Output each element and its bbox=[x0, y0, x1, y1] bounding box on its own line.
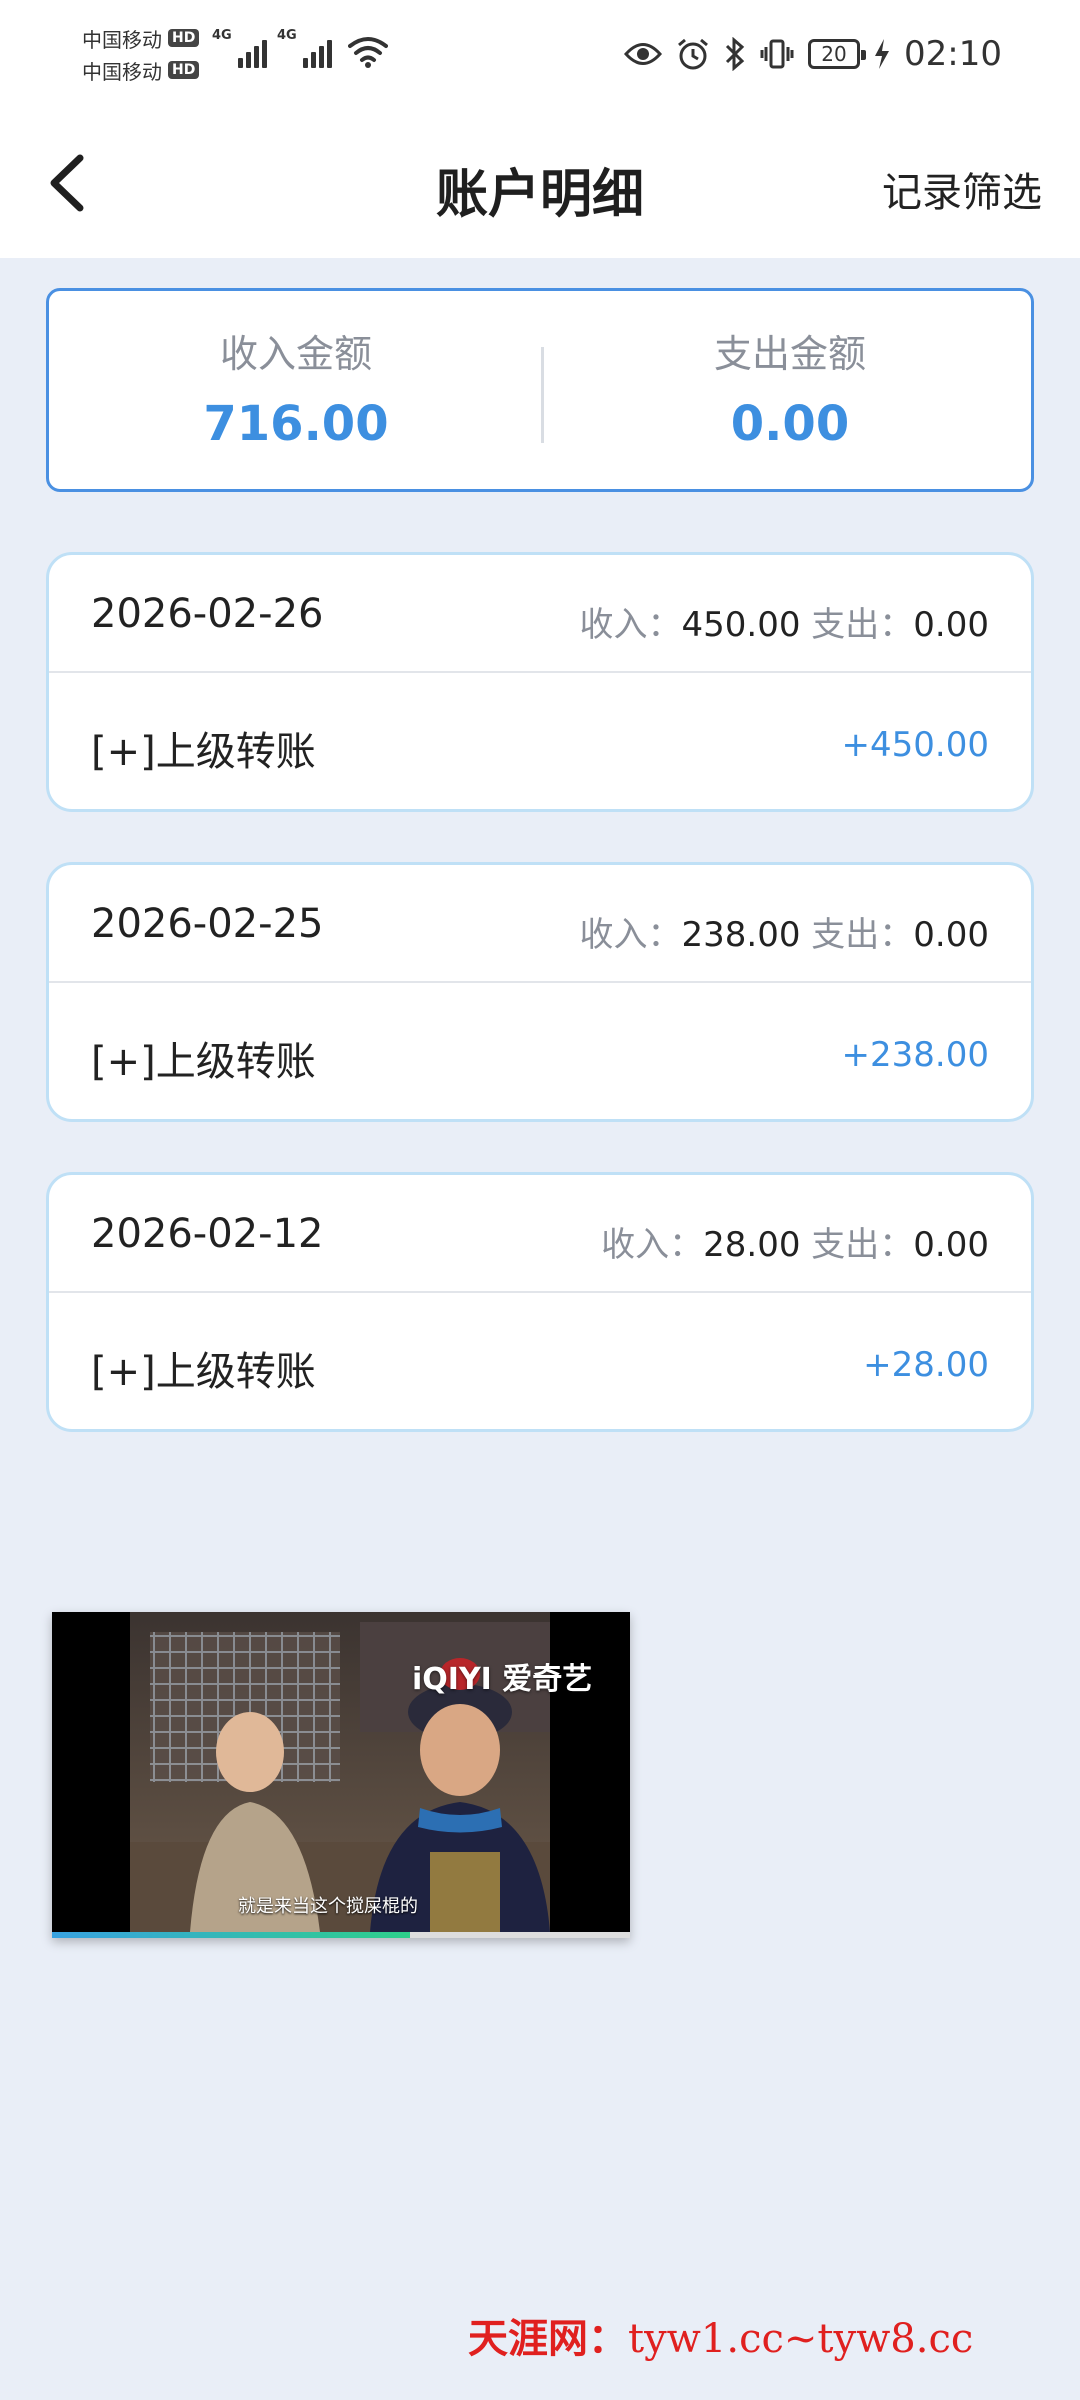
record-totals: 收入：238.00 支出：0.00 bbox=[580, 907, 989, 956]
record-item-amount: +28.00 bbox=[863, 1345, 989, 1385]
record-date: 2026-02-26 bbox=[91, 591, 324, 637]
eye-icon bbox=[624, 43, 663, 65]
record-totals: 收入：28.00 支出：0.00 bbox=[601, 1217, 989, 1266]
record-item[interactable]: [+]上级转账 +450.00 bbox=[49, 675, 1031, 809]
watermark-domains: tyw1.cc~tyw8.cc bbox=[628, 2316, 974, 2362]
hd-badge-2: HD bbox=[168, 61, 200, 79]
expense-label: 支出金额 bbox=[713, 332, 866, 376]
expense-label: 支出： bbox=[811, 1225, 914, 1265]
income-label: 收入： bbox=[579, 605, 682, 645]
video-progress-fill bbox=[52, 1932, 411, 1938]
wifi-icon bbox=[348, 37, 388, 68]
summary-card: 收入金额 716.00 支出金额 0.00 bbox=[46, 288, 1034, 492]
bluetooth-icon bbox=[725, 37, 745, 71]
record-item[interactable]: [+]上级转账 +28.00 bbox=[49, 1295, 1031, 1429]
page-header: 账户明细 记录筛选 bbox=[0, 110, 1080, 258]
record-card[interactable]: 2026-02-26 收入：450.00 支出：0.00 [+]上级转账 +45… bbox=[46, 552, 1034, 812]
signal-group: 4G 4G bbox=[212, 28, 388, 68]
filter-records-button[interactable]: 记录筛选 bbox=[882, 160, 1042, 218]
record-header: 2026-02-25 收入：238.00 支出：0.00 bbox=[49, 865, 1031, 983]
battery-icon: 20 bbox=[808, 39, 867, 69]
record-date: 2026-02-25 bbox=[91, 901, 324, 947]
video-subtitle: 就是来当这个搅屎棍的 bbox=[238, 1896, 418, 1917]
carrier-name-2: 中国移动 bbox=[82, 59, 162, 84]
watermark: 天涯网：tyw1.cc~tyw8.cc bbox=[468, 2306, 973, 2364]
carrier-info: 中国移动 HD 中国移动 HD bbox=[82, 22, 200, 86]
record-card[interactable]: 2026-02-12 收入：28.00 支出：0.00 [+]上级转账 +28.… bbox=[46, 1172, 1034, 1432]
iqiyi-logo: iQIYI 爱奇艺 bbox=[412, 1662, 593, 1697]
record-item-desc: [+]上级转账 bbox=[91, 729, 316, 775]
income-label: 收入金额 bbox=[219, 332, 372, 376]
record-income: 450.00 bbox=[681, 605, 801, 645]
record-expense: 0.00 bbox=[913, 1225, 989, 1265]
record-item-amount: +450.00 bbox=[841, 725, 989, 765]
expense-summary: 支出金额 0.00 bbox=[543, 291, 1037, 495]
expense-label: 支出： bbox=[811, 915, 914, 955]
status-icons: 20 02:10 bbox=[624, 32, 1002, 76]
network-type-1: 4G bbox=[212, 28, 232, 43]
record-totals: 收入：450.00 支出：0.00 bbox=[580, 597, 989, 646]
carrier-name-1: 中国移动 bbox=[82, 27, 162, 52]
network-type-2: 4G bbox=[277, 28, 297, 43]
record-header: 2026-02-26 收入：450.00 支出：0.00 bbox=[49, 555, 1031, 673]
hd-badge-1: HD bbox=[168, 29, 200, 47]
income-label: 收入： bbox=[601, 1225, 704, 1265]
income-total: 716.00 bbox=[203, 396, 389, 452]
income-summary: 收入金额 716.00 bbox=[49, 291, 543, 495]
record-expense: 0.00 bbox=[913, 605, 989, 645]
record-card[interactable]: 2026-02-25 收入：238.00 支出：0.00 [+]上级转账 +23… bbox=[46, 862, 1034, 1122]
record-expense: 0.00 bbox=[913, 915, 989, 955]
status-time: 02:10 bbox=[904, 34, 1002, 74]
expense-label: 支出： bbox=[811, 605, 914, 645]
record-date: 2026-02-12 bbox=[91, 1211, 324, 1257]
record-income: 28.00 bbox=[703, 1225, 801, 1265]
alarm-icon bbox=[678, 38, 708, 70]
floating-video-player[interactable]: iQIYI 爱奇艺 就是来当这个搅屎棍的 bbox=[52, 1612, 630, 1938]
signal-icon: 4G bbox=[277, 28, 332, 68]
record-item-desc: [+]上级转账 bbox=[91, 1039, 316, 1085]
record-item[interactable]: [+]上级转账 +238.00 bbox=[49, 985, 1031, 1119]
vibrate-icon bbox=[760, 39, 794, 69]
record-item-desc: [+]上级转账 bbox=[91, 1349, 316, 1395]
record-item-amount: +238.00 bbox=[841, 1035, 989, 1075]
income-label: 收入： bbox=[579, 915, 682, 955]
watermark-brand: 天涯网： bbox=[468, 2315, 628, 2362]
charging-icon bbox=[875, 39, 890, 69]
status-bar: 中国移动 HD 中国移动 HD 4G 4G 20 02:10 bbox=[0, 0, 1080, 110]
video-progress-bar[interactable] bbox=[52, 1932, 630, 1938]
expense-total: 0.00 bbox=[730, 396, 850, 452]
signal-icon: 4G bbox=[212, 28, 267, 68]
record-income: 238.00 bbox=[681, 915, 801, 955]
record-header: 2026-02-12 收入：28.00 支出：0.00 bbox=[49, 1175, 1031, 1293]
